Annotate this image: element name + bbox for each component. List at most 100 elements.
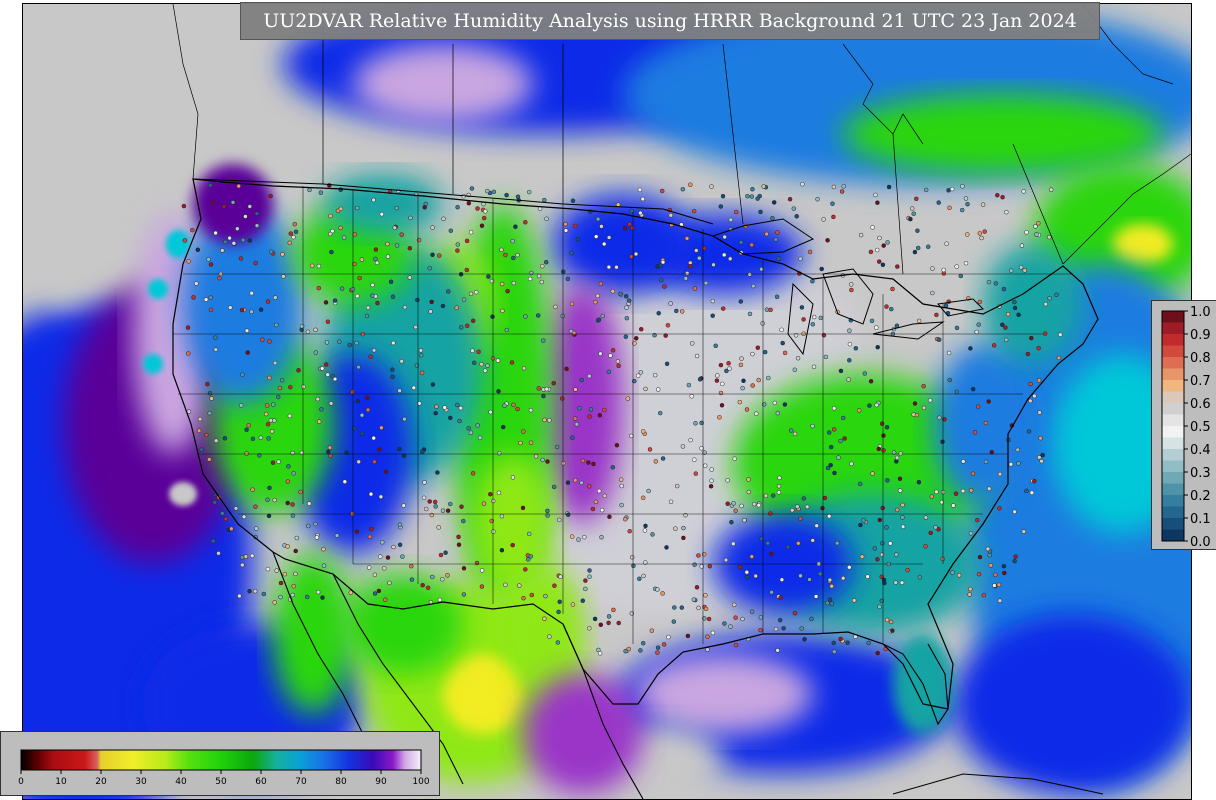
station-obs-dot — [364, 313, 370, 319]
station-obs-dot — [378, 554, 383, 559]
station-obs-dot — [606, 264, 612, 270]
station-obs-dot — [565, 480, 571, 485]
station-obs-dot — [579, 377, 584, 383]
station-obs-dot — [511, 402, 516, 408]
station-obs-dot — [758, 615, 764, 620]
station-obs-dot — [684, 271, 690, 276]
rh-analysis-map[interactable] — [22, 3, 1192, 800]
station-obs-dot — [802, 637, 807, 642]
station-obs-dot — [1038, 435, 1043, 441]
station-obs-dot — [533, 454, 539, 459]
station-obs-dot — [685, 633, 691, 639]
station-obs-dot — [587, 574, 592, 579]
station-obs-dot — [792, 610, 798, 616]
station-obs-dot — [597, 412, 603, 418]
station-obs-dot — [264, 403, 270, 408]
station-obs-dot — [400, 554, 405, 559]
station-obs-dot — [728, 217, 734, 223]
station-obs-dot — [662, 284, 667, 289]
station-obs-dot — [951, 503, 956, 508]
station-obs-dot — [526, 189, 532, 195]
station-obs-dot — [857, 481, 863, 487]
station-obs-dot — [895, 264, 900, 269]
station-obs-dot — [479, 223, 485, 228]
station-obs-dot — [622, 516, 628, 522]
station-obs-dot — [997, 506, 1002, 511]
station-obs-dot — [721, 252, 727, 258]
station-obs-dot — [702, 463, 708, 468]
station-obs-dot — [306, 501, 312, 506]
station-obs-dot — [798, 573, 803, 579]
station-obs-dot — [373, 256, 378, 262]
station-obs-dot — [227, 235, 232, 241]
station-obs-dot — [368, 354, 373, 360]
station-obs-dot — [782, 402, 788, 407]
station-obs-dot — [475, 423, 480, 428]
coastal-spot-1 — [166, 230, 190, 258]
rh-tick-label: 50 — [215, 777, 227, 787]
station-obs-dot — [272, 497, 277, 503]
obs-colorbar-segment — [1162, 426, 1184, 438]
station-obs-dot — [996, 582, 1002, 588]
station-obs-dot — [266, 436, 271, 441]
station-obs-dot — [261, 591, 267, 597]
station-obs-dot — [291, 471, 296, 476]
station-obs-dot — [515, 406, 520, 412]
station-obs-dot — [885, 478, 890, 483]
station-obs-dot — [185, 325, 191, 330]
station-obs-dot — [265, 299, 271, 304]
station-obs-dot — [884, 304, 889, 309]
station-obs-dot — [706, 616, 712, 622]
station-obs-dot — [745, 193, 750, 199]
station-obs-dot — [541, 338, 546, 343]
station-obs-dot — [418, 353, 424, 358]
station-obs-dot — [1000, 194, 1005, 200]
station-obs-dot — [499, 547, 505, 553]
station-obs-dot — [521, 429, 526, 434]
station-obs-dot — [697, 255, 702, 261]
station-obs-dot — [427, 499, 432, 504]
station-obs-dot — [893, 580, 898, 585]
station-obs-dot — [220, 511, 225, 516]
station-obs-dot — [725, 501, 730, 506]
station-obs-dot — [376, 588, 382, 594]
station-obs-dot — [988, 563, 994, 568]
obs-colorbar: 1.0 0.9 0.8 0.7 0.6 0.5 0.4 0.3 0.2 0.1 0.0 — [1151, 300, 1216, 550]
station-obs-dot — [408, 215, 413, 221]
station-obs-dot — [570, 602, 576, 607]
rh-colorbar-ticks: 0 10 20 30 40 50 60 70 80 90 100 — [18, 770, 430, 787]
station-obs-dot — [540, 457, 545, 463]
station-obs-dot — [419, 370, 425, 376]
station-obs-dot — [1000, 322, 1005, 327]
station-obs-dot — [529, 592, 535, 598]
station-obs-dot — [291, 234, 296, 240]
station-obs-dot — [795, 355, 801, 361]
station-obs-dot — [831, 214, 836, 220]
station-obs-dot — [916, 479, 922, 485]
station-obs-dot — [545, 508, 550, 514]
station-obs-dot — [476, 349, 481, 355]
station-obs-dot — [551, 380, 556, 386]
station-obs-dot — [722, 234, 727, 240]
station-obs-dot — [354, 205, 360, 211]
station-obs-dot — [870, 471, 875, 476]
station-obs-dot — [868, 379, 874, 384]
station-obs-dot — [822, 495, 828, 501]
station-obs-dot — [689, 394, 694, 399]
station-obs-dot — [845, 640, 850, 645]
station-obs-dot — [372, 572, 378, 578]
station-obs-dot — [765, 540, 771, 546]
station-obs-dot — [655, 645, 661, 650]
coastal-spot-3 — [143, 354, 163, 374]
station-obs-dot — [436, 253, 442, 258]
station-obs-dot — [247, 588, 252, 594]
station-obs-dot — [434, 404, 439, 409]
station-obs-dot — [432, 499, 438, 505]
station-obs-dot — [741, 378, 746, 384]
station-obs-dot — [727, 256, 733, 262]
station-obs-dot — [293, 548, 298, 554]
station-obs-dot — [471, 360, 477, 366]
station-obs-dot — [541, 393, 546, 399]
station-obs-dot — [430, 574, 435, 580]
station-obs-dot — [482, 368, 488, 373]
